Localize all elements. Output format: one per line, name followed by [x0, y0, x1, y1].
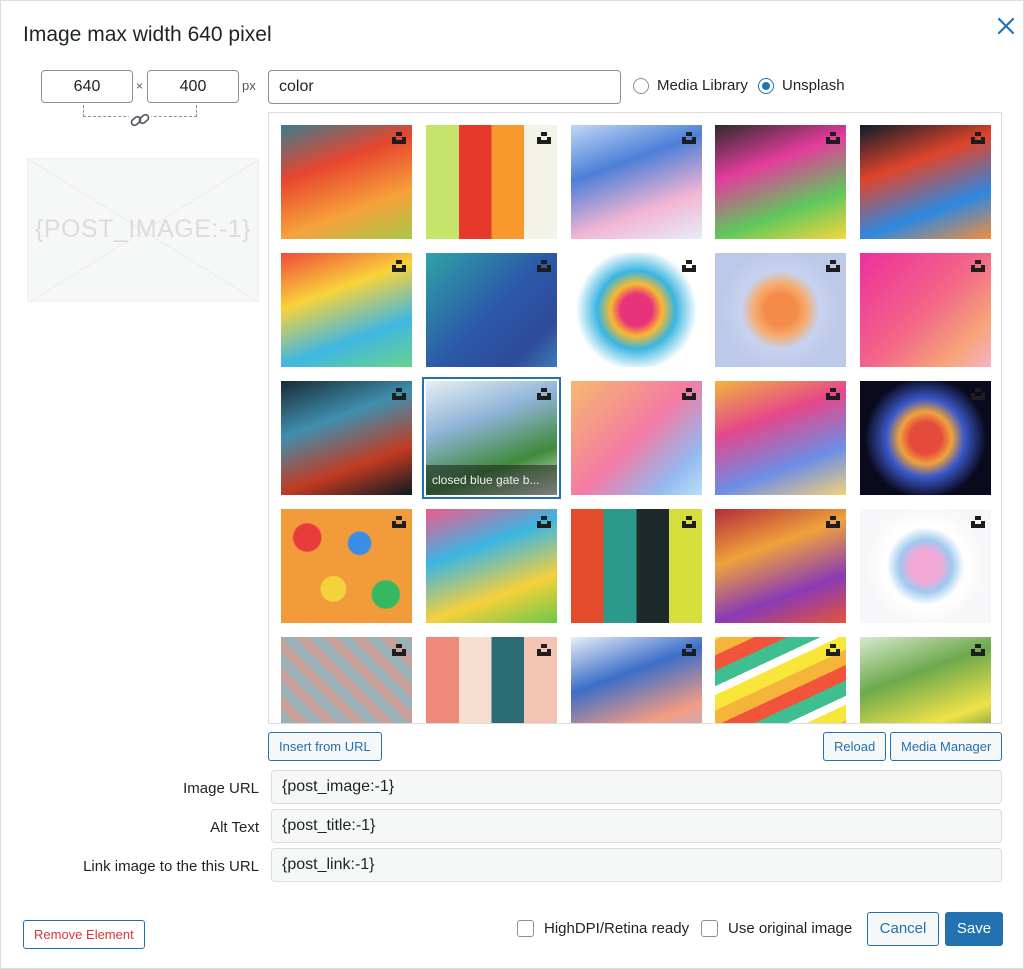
unsplash-logo-icon	[682, 515, 696, 528]
highdpi-checkbox-box[interactable]	[517, 920, 534, 937]
search-input[interactable]	[268, 70, 621, 104]
alt-text-field[interactable]: {post_title:-1}	[271, 809, 1002, 843]
gallery-image[interactable]	[281, 637, 412, 723]
gallery-image[interactable]	[571, 253, 702, 367]
gallery-image[interactable]	[860, 125, 991, 239]
unsplash-logo-icon	[537, 515, 551, 528]
radio-media-library-indicator[interactable]	[633, 77, 649, 94]
gallery-image[interactable]	[715, 637, 846, 723]
highdpi-label: HighDPI/Retina ready	[544, 920, 690, 937]
gallery-image[interactable]	[715, 509, 846, 623]
gallery-image[interactable]	[281, 509, 412, 623]
placeholder-text: {POST_IMAGE:-1}	[35, 215, 251, 243]
unsplash-logo-icon	[392, 643, 406, 656]
radio-media-library[interactable]: Media Library	[633, 77, 748, 94]
chain-link-icon[interactable]	[129, 110, 151, 130]
radio-media-library-label: Media Library	[657, 77, 748, 94]
image-grid[interactable]: closed blue gate b...	[268, 112, 1002, 724]
unsplash-logo-icon	[682, 131, 696, 144]
gallery-image[interactable]	[281, 381, 412, 495]
highdpi-checkbox[interactable]: HighDPI/Retina ready	[517, 920, 689, 937]
gallery-image[interactable]	[426, 253, 557, 367]
px-unit: px	[242, 78, 256, 93]
media-manager-button[interactable]: Media Manager	[890, 732, 1003, 761]
gallery-image[interactable]	[571, 509, 702, 623]
unsplash-logo-icon	[392, 131, 406, 144]
gallery-image[interactable]	[281, 125, 412, 239]
unsplash-logo-icon	[392, 515, 406, 528]
unsplash-logo-icon	[392, 259, 406, 272]
unsplash-logo-icon	[537, 387, 551, 400]
gallery-image[interactable]	[281, 253, 412, 367]
gallery-image[interactable]: closed blue gate b...	[422, 377, 561, 499]
image-preview-placeholder: {POST_IMAGE:-1}	[27, 158, 259, 302]
unsplash-logo-icon	[392, 387, 406, 400]
gallery-image[interactable]	[426, 125, 557, 239]
unsplash-logo-icon	[971, 515, 985, 528]
image-url-field[interactable]: {post_image:-1}	[271, 770, 1002, 804]
unsplash-logo-icon	[826, 515, 840, 528]
link-url-field[interactable]: {post_link:-1}	[271, 848, 1002, 882]
height-input[interactable]	[147, 70, 239, 103]
image-caption: closed blue gate b...	[426, 465, 557, 495]
unsplash-logo-icon	[682, 259, 696, 272]
gallery-image[interactable]	[715, 125, 846, 239]
gallery-image[interactable]	[860, 253, 991, 367]
width-input[interactable]	[41, 70, 133, 103]
unsplash-logo-icon	[971, 259, 985, 272]
unsplash-logo-icon	[971, 131, 985, 144]
unsplash-logo-icon	[682, 387, 696, 400]
unsplash-logo-icon	[537, 131, 551, 144]
radio-unsplash[interactable]: Unsplash	[758, 77, 845, 94]
insert-from-url-button[interactable]: Insert from URL	[268, 732, 382, 761]
alt-text-label: Alt Text	[210, 819, 259, 836]
dialog-title: Image max width 640 pixel	[23, 23, 272, 46]
original-image-checkbox-box[interactable]	[701, 920, 718, 937]
gallery-image[interactable]	[715, 381, 846, 495]
gallery-image[interactable]	[426, 637, 557, 723]
reload-button[interactable]: Reload	[823, 732, 887, 761]
gallery-image[interactable]	[426, 509, 557, 623]
radio-unsplash-label: Unsplash	[782, 77, 845, 94]
unsplash-logo-icon	[537, 259, 551, 272]
unsplash-logo-icon	[971, 643, 985, 656]
save-button[interactable]: Save	[945, 912, 1003, 946]
close-icon[interactable]	[994, 14, 1018, 38]
unsplash-logo-icon	[537, 643, 551, 656]
unsplash-logo-icon	[826, 259, 840, 272]
gallery-image[interactable]	[571, 381, 702, 495]
radio-unsplash-indicator[interactable]	[758, 77, 774, 94]
unsplash-logo-icon	[826, 131, 840, 144]
cancel-button[interactable]: Cancel	[867, 912, 939, 946]
image-dialog: Image max width 640 pixel × px {POST_IMA…	[0, 0, 1024, 969]
times-sign: ×	[136, 79, 144, 93]
gallery-image[interactable]	[715, 253, 846, 367]
remove-element-button[interactable]: Remove Element	[23, 920, 145, 949]
gallery-image[interactable]	[860, 637, 991, 723]
unsplash-logo-icon	[826, 643, 840, 656]
link-url-label: Link image to the this URL	[83, 858, 259, 875]
unsplash-logo-icon	[971, 387, 985, 400]
image-url-label: Image URL	[183, 780, 259, 797]
gallery-image[interactable]	[860, 509, 991, 623]
gallery-image[interactable]	[571, 125, 702, 239]
gallery-image[interactable]	[860, 381, 991, 495]
gallery-image[interactable]	[571, 637, 702, 723]
unsplash-logo-icon	[682, 643, 696, 656]
original-image-checkbox[interactable]: Use original image	[701, 920, 852, 937]
unsplash-logo-icon	[826, 387, 840, 400]
original-image-label: Use original image	[728, 920, 853, 937]
